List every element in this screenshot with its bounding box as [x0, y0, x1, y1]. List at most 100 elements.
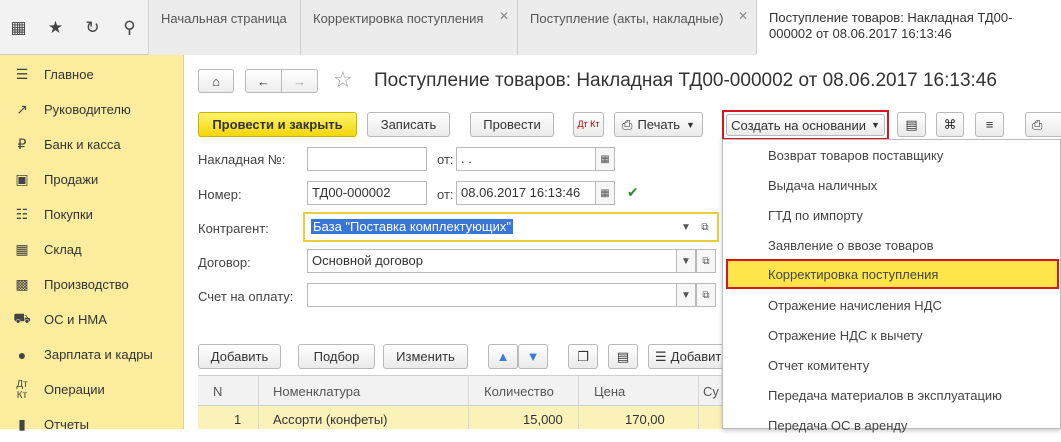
sidebar-item-salary[interactable]: ● Зарплата и кадры: [0, 337, 184, 372]
arrow-right-icon: →: [293, 73, 306, 89]
search-icon[interactable]: ⚲: [111, 0, 148, 55]
menu-item-customs[interactable]: ГТД по импорту: [723, 200, 1061, 230]
add-barcode-label: Добавить: [670, 349, 729, 364]
column-divider: [698, 375, 699, 429]
sidebar-item-label: Операции: [44, 382, 105, 397]
paste-button[interactable]: ▤: [608, 344, 638, 369]
chevron-down-icon[interactable]: ▼: [676, 249, 696, 273]
menu-item-materials-transfer[interactable]: Передача материалов в эксплуатацию: [723, 380, 1061, 410]
sidebar-item-sales[interactable]: ▣ Продажи: [0, 162, 184, 197]
menu-item-vat-deduction[interactable]: Отражение НДС к вычету: [723, 320, 1061, 350]
paperclip-icon: ⌘: [943, 116, 957, 132]
tab-document[interactable]: Поступление товаров: Накладная ТД00-0000…: [756, 0, 1061, 55]
date-field[interactable]: 08.06.2017 16:13:46: [456, 181, 596, 205]
number-label: Номер:: [198, 187, 242, 202]
post-button[interactable]: Провести: [470, 112, 554, 137]
cart-icon: ☷: [15, 206, 29, 222]
add-row-button[interactable]: Добавить: [198, 344, 281, 369]
more-button[interactable]: ⎙: [1025, 112, 1061, 137]
invoice-number-field[interactable]: [307, 147, 427, 171]
create-based-on-menu: Возврат товаров поставщику Выдача наличн…: [722, 139, 1061, 433]
open-icon[interactable]: ⧉: [696, 283, 716, 307]
calendar-icon[interactable]: ▦: [595, 181, 615, 205]
sidebar-item-operations[interactable]: Дт Кт Операции: [0, 372, 184, 407]
table-cell: 15,000: [523, 412, 563, 427]
table-row[interactable]: 1 Ассорти (конфеты) 15,000 170,00: [198, 406, 722, 429]
printer-icon: ⎙: [1032, 116, 1043, 132]
back-button[interactable]: ←: [245, 69, 282, 93]
copy-icon: ❐: [577, 348, 589, 364]
sidebar-item-purchases[interactable]: ☷ Покупки: [0, 197, 184, 232]
sidebar-item-assets[interactable]: ⛟ ОС и НМА: [0, 302, 184, 337]
menu-item-import-statement[interactable]: Заявление о ввозе товаров: [723, 230, 1061, 260]
table-header: N Номенклатура Количество Цена Су: [198, 375, 722, 406]
print-button[interactable]: ⎙ Печать ▼: [614, 112, 703, 137]
column-header: Су: [703, 384, 719, 399]
home-icon: ⌂: [212, 73, 220, 89]
chevron-down-icon[interactable]: ▼: [676, 283, 696, 307]
tab-label: Корректировка поступления: [313, 11, 484, 26]
table-cell: 1: [234, 412, 242, 427]
post-and-close-button[interactable]: Провести и закрыть: [198, 112, 357, 137]
sidebar-item-reports[interactable]: ▮ Отчеты: [0, 407, 184, 442]
contract-field[interactable]: Основной договор: [307, 249, 677, 273]
top-bar: ▦ ★ ↻ ⚲ Начальная страница Корректировка…: [0, 0, 1061, 55]
paste-icon: ▤: [616, 348, 630, 364]
menu-item-consignor-report[interactable]: Отчет комитенту: [723, 350, 1061, 380]
attach-button[interactable]: ⌘: [936, 112, 964, 137]
sidebar-item-main[interactable]: ☰ Главное: [0, 57, 184, 92]
edit-button[interactable]: Изменить: [383, 344, 468, 369]
sidebar-item-bank[interactable]: ₽ Банк и касса: [0, 127, 184, 162]
payment-label: Счет на оплату:: [198, 289, 294, 304]
add-barcode-button[interactable]: ☰ Добавить: [648, 344, 728, 369]
invoice-date-field[interactable]: . .: [456, 147, 596, 171]
home-button[interactable]: ⌂: [198, 69, 234, 93]
dtkt-icon: Дт Кт: [577, 119, 600, 129]
payment-field[interactable]: [307, 283, 677, 307]
copy-button[interactable]: ❐: [568, 344, 598, 369]
counterparty-value: База "Поставка комплектующих": [311, 219, 513, 234]
counterparty-field[interactable]: База "Поставка комплектующих": [303, 212, 719, 242]
list-button[interactable]: ≡: [975, 112, 1004, 137]
apps-grid-icon[interactable]: ▦: [0, 0, 37, 55]
document-button[interactable]: ▤: [897, 112, 926, 137]
close-icon[interactable]: ✕: [738, 9, 748, 23]
dtkt-icon: Дт Кт: [16, 378, 28, 401]
invoice-label: Накладная №:: [198, 152, 286, 167]
menu-item-vat-accrual[interactable]: Отражение начисления НДС: [723, 290, 1061, 320]
sidebar-item-manager[interactable]: ↗ Руководителю: [0, 92, 184, 127]
sidebar-item-label: Склад: [44, 242, 82, 257]
tab-home[interactable]: Начальная страница: [148, 0, 300, 55]
tab-correction[interactable]: Корректировка поступления ✕: [300, 0, 517, 55]
bag-icon: ▣: [15, 171, 29, 187]
forward-button[interactable]: →: [281, 69, 318, 93]
close-icon[interactable]: ✕: [499, 9, 509, 23]
number-field[interactable]: ТД00-000002: [307, 181, 427, 205]
table-cell: Ассорти (конфеты): [273, 412, 388, 427]
top-icons: ▦ ★ ↻ ⚲: [0, 0, 148, 55]
favorites-star-icon[interactable]: ★: [37, 0, 74, 55]
tab-receipts[interactable]: Поступление (акты, накладные) ✕: [517, 0, 756, 55]
move-down-button[interactable]: ▼: [518, 344, 548, 369]
column-header: Цена: [594, 384, 626, 399]
open-icon[interactable]: ⧉: [695, 215, 715, 239]
dtkt-button[interactable]: Дт Кт: [573, 112, 604, 137]
open-icon[interactable]: ⧉: [696, 249, 716, 273]
favorite-star-icon[interactable]: ☆: [333, 67, 353, 93]
menu-item-return[interactable]: Возврат товаров поставщику: [723, 140, 1061, 170]
history-icon[interactable]: ↻: [74, 0, 111, 55]
save-button[interactable]: Записать: [367, 112, 450, 137]
chevron-down-icon: ▼: [686, 119, 695, 130]
barcode-icon: ☰: [655, 348, 667, 364]
person-icon: ●: [17, 346, 27, 363]
move-up-button[interactable]: ▲: [488, 344, 518, 369]
menu-item-lease-transfer[interactable]: Передача ОС в аренду: [723, 410, 1061, 440]
sidebar-item-warehouse[interactable]: ▦ Склад: [0, 232, 184, 267]
menu-item-cash[interactable]: Выдача наличных: [723, 170, 1061, 200]
pick-button[interactable]: Подбор: [298, 344, 375, 369]
calendar-icon[interactable]: ▦: [595, 147, 615, 171]
check-icon[interactable]: ✔: [627, 184, 639, 201]
chevron-down-icon[interactable]: ▼: [676, 215, 696, 239]
menu-item-correction[interactable]: Корректировка поступления: [726, 259, 1059, 289]
sidebar-item-production[interactable]: ▩ Производство: [0, 267, 184, 302]
